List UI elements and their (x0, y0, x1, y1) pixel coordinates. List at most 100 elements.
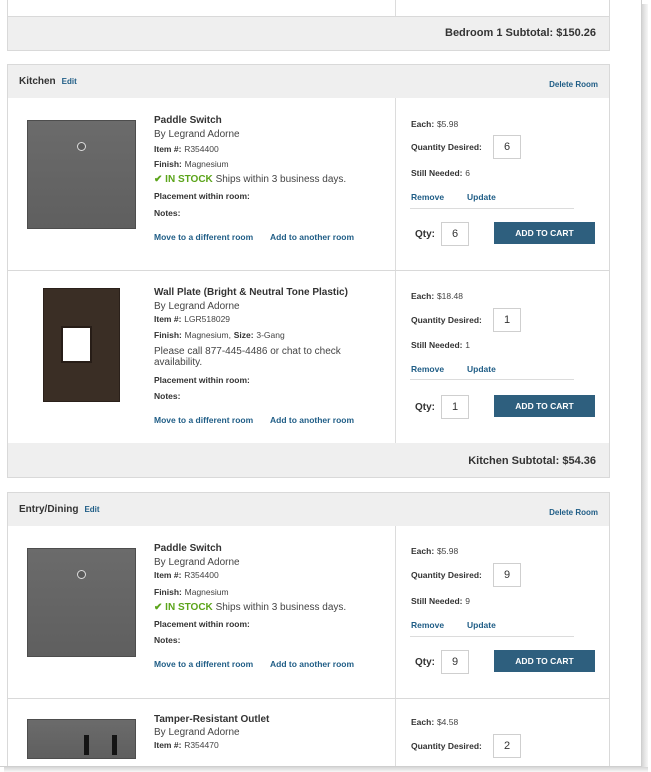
check-icon: ✔ (154, 174, 163, 185)
notes-label: Notes: (154, 635, 181, 645)
product-name[interactable]: Tamper-Resistant Outlet (154, 714, 269, 725)
column-divider (395, 271, 396, 443)
qty-input[interactable]: 6 (441, 222, 469, 246)
add-another-room-link[interactable]: Add to another room (270, 659, 354, 669)
in-stock-label: IN STOCK (165, 602, 213, 613)
still-needed-value: 9 (465, 596, 470, 606)
update-link[interactable]: Update (467, 192, 496, 202)
product-name[interactable]: Paddle Switch (154, 115, 222, 126)
item-number: Item #: R354400 (154, 144, 219, 155)
cart-item-wall-plate: Wall Plate (Bright & Neutral Tone Plasti… (7, 271, 610, 444)
product-name[interactable]: Paddle Switch (154, 543, 222, 554)
qty-input[interactable]: 1 (441, 395, 469, 419)
in-stock-label: IN STOCK (165, 174, 213, 185)
still-needed-value: 1 (465, 340, 470, 350)
remove-link[interactable]: Remove (411, 620, 444, 630)
delete-room-link[interactable]: Delete Room (549, 80, 598, 89)
edit-room-link[interactable]: Edit (62, 77, 77, 86)
still-needed: Still Needed: 9 (411, 596, 470, 607)
wall-plate-image[interactable] (43, 288, 120, 402)
quantity-desired-label: Quantity Desired: (411, 315, 482, 325)
paddle-switch-image[interactable] (27, 120, 136, 229)
finish-value: Magnesium, (184, 330, 231, 340)
add-to-cart-button[interactable]: ADD TO CART (494, 395, 595, 417)
each-price: Each: $5.98 (411, 546, 458, 557)
outlet-image[interactable] (27, 719, 136, 759)
item-number: Item #: LGR518029 (154, 314, 230, 325)
column-divider (395, 526, 396, 698)
finish-size: Finish: Magnesium, Size: 3-Gang (154, 330, 285, 341)
paddle-switch-image[interactable] (27, 548, 136, 657)
qty-label: Qty: (415, 657, 435, 668)
column-divider (395, 98, 396, 270)
kitchen-subtotal-bar: Kitchen Subtotal: $54.36 (7, 443, 610, 478)
bedroom-subtotal-value: $150.26 (556, 27, 596, 39)
bedroom-subtotal-bar: Bedroom 1 Subtotal: $150.26 (7, 16, 610, 51)
kitchen-subtotal: Kitchen Subtotal: $54.36 (468, 455, 596, 467)
item-number-value: R354400 (184, 570, 219, 580)
quantity-desired-input[interactable]: 6 (493, 135, 521, 159)
each-value: $18.48 (436, 291, 463, 301)
item-number: Item #: R354400 (154, 570, 219, 581)
add-another-room-link[interactable]: Add to another room (270, 415, 354, 425)
finish-label: Finish: (154, 330, 182, 340)
each-price: Each: $18.48 (411, 291, 463, 302)
plate-opening (61, 326, 92, 363)
brand: By Legrand Adorne (154, 727, 240, 738)
kitchen-subtotal-value: $54.36 (562, 455, 596, 467)
item-number-label: Item #: (154, 144, 182, 154)
size-label: Size: (233, 330, 254, 340)
switch-indicator (77, 142, 86, 151)
quantity-desired-label: Quantity Desired: (411, 570, 482, 580)
divider (410, 636, 574, 637)
qty-input[interactable]: 9 (441, 650, 469, 674)
stock-status: ✔ IN STOCK Ships within 3 business days. (154, 602, 346, 613)
finish-value: Magnesium (184, 159, 229, 169)
move-room-link[interactable]: Move to a different room (154, 659, 253, 669)
shipping-info: Ships within 3 business days. (215, 174, 347, 185)
still-needed: Still Needed: 1 (411, 340, 470, 351)
add-another-room-link[interactable]: Add to another room (270, 232, 354, 242)
remove-link[interactable]: Remove (411, 192, 444, 202)
finish-label: Finish: (154, 587, 182, 597)
stock-status: ✔ IN STOCK Ships within 3 business days. (154, 174, 346, 185)
item-number-label: Item #: (154, 740, 182, 750)
each-label: Each: (411, 291, 435, 301)
add-to-cart-button[interactable]: ADD TO CART (494, 222, 595, 244)
check-icon: ✔ (154, 602, 163, 613)
delete-room-link[interactable]: Delete Room (549, 508, 598, 517)
quantity-desired-input[interactable]: 1 (493, 308, 521, 332)
update-link[interactable]: Update (467, 364, 496, 374)
item-number-value: R354400 (184, 144, 219, 154)
still-needed-label: Still Needed: (411, 168, 463, 178)
product-name[interactable]: Wall Plate (Bright & Neutral Tone Plasti… (154, 287, 348, 298)
brand: By Legrand Adorne (154, 129, 240, 140)
move-room-link[interactable]: Move to a different room (154, 415, 253, 425)
remove-link[interactable]: Remove (411, 364, 444, 374)
availability-message: Please call 877-445-4486 or chat to chec… (154, 346, 341, 368)
each-label: Each: (411, 546, 435, 556)
add-to-cart-button[interactable]: ADD TO CART (494, 650, 595, 672)
item-number: Item #: R354470 (154, 740, 219, 751)
bedroom-subtotal: Bedroom 1 Subtotal: $150.26 (445, 27, 596, 39)
outlet-slot (84, 735, 89, 755)
qty-label: Qty: (415, 402, 435, 413)
quantity-desired-input[interactable]: 2 (493, 734, 521, 758)
still-needed-value: 6 (465, 168, 470, 178)
placement-label: Placement within room: (154, 375, 250, 385)
finish-value: Magnesium (184, 587, 229, 597)
room-title: Entry/Dining Edit (19, 504, 100, 515)
brand: By Legrand Adorne (154, 557, 240, 568)
item-number-value: LGR518029 (184, 314, 231, 324)
each-price: Each: $4.58 (411, 717, 458, 728)
edit-room-link[interactable]: Edit (84, 505, 99, 514)
qty-label: Qty: (415, 229, 435, 240)
move-room-link[interactable]: Move to a different room (154, 232, 253, 242)
room-name: Entry/Dining (19, 504, 79, 515)
room-name: Kitchen (19, 76, 56, 87)
each-price: Each: $5.98 (411, 119, 458, 130)
brand: By Legrand Adorne (154, 301, 240, 312)
update-link[interactable]: Update (467, 620, 496, 630)
quantity-desired-input[interactable]: 9 (493, 563, 521, 587)
kitchen-subtotal-label: Kitchen Subtotal: (468, 455, 560, 467)
